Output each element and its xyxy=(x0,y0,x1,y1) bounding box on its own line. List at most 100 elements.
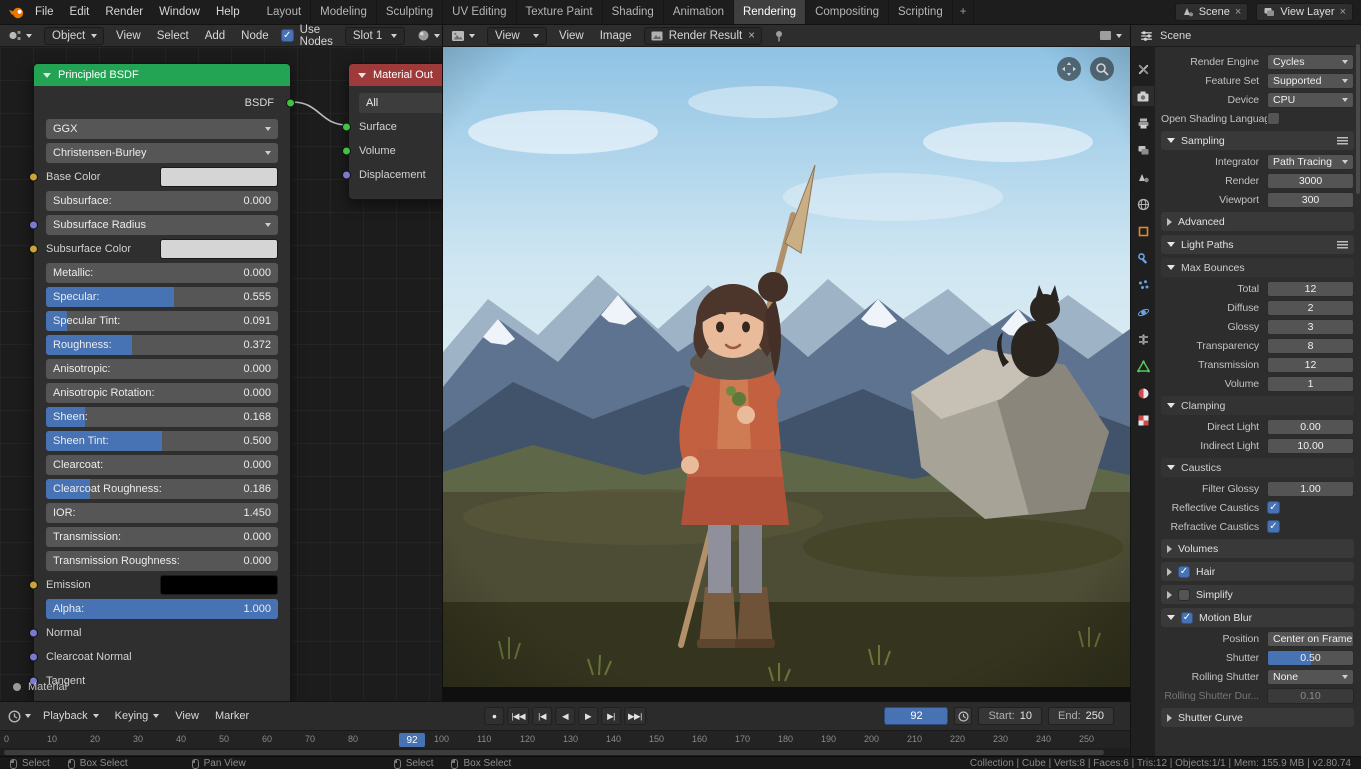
node-row-christensen-burley[interactable]: Christensen-Burley xyxy=(46,143,278,163)
dropdown-device[interactable]: CPU xyxy=(1267,91,1354,108)
shader-socket[interactable] xyxy=(342,122,351,132)
node-row-clearcoat[interactable]: Clearcoat: 0.000 xyxy=(46,455,278,475)
node-row-base-color[interactable]: Base Color xyxy=(29,167,278,187)
dropdown-rolling-shutter[interactable]: None xyxy=(1267,668,1354,685)
timeline-menu-playback[interactable]: Playback xyxy=(43,710,99,722)
panel-light-paths[interactable]: Light Paths xyxy=(1161,235,1354,254)
image-unlink-button[interactable]: × xyxy=(748,30,755,42)
zoom-gizmo[interactable] xyxy=(1090,57,1114,81)
bsdf-output-socket[interactable] xyxy=(286,98,295,108)
number-volume[interactable]: 1 xyxy=(1267,375,1354,392)
tab-render[interactable] xyxy=(1132,86,1154,106)
shader-editor-type-button[interactable] xyxy=(8,29,32,42)
tab-material[interactable] xyxy=(1132,383,1154,403)
collapse-arrow-icon[interactable] xyxy=(358,72,366,78)
tab-modifiers[interactable] xyxy=(1132,248,1154,268)
tab-texture[interactable] xyxy=(1132,410,1154,430)
properties-scrollbar[interactable] xyxy=(1356,44,1360,194)
scrollbar-handle[interactable] xyxy=(4,750,1104,755)
collapse-arrow-icon[interactable] xyxy=(43,72,51,78)
tab-physics[interactable] xyxy=(1132,302,1154,322)
pin-icon[interactable] xyxy=(774,30,784,42)
workspace-tab-rendering[interactable]: Rendering xyxy=(733,0,807,24)
panel-simplify[interactable]: Simplify xyxy=(1161,585,1354,604)
color-socket[interactable] xyxy=(29,580,38,590)
menu-render[interactable]: Render xyxy=(105,6,143,18)
image-editor-type-button[interactable] xyxy=(451,30,475,42)
image-datablock[interactable]: Render Result × xyxy=(643,26,762,45)
timeline-scrollbar[interactable] xyxy=(0,748,1130,756)
tab-output[interactable] xyxy=(1132,113,1154,133)
view-layer-selector[interactable]: View Layer × xyxy=(1256,3,1353,21)
color-swatch[interactable] xyxy=(160,575,278,595)
panel-sampling[interactable]: Sampling xyxy=(1161,131,1354,150)
workspace-tab-uv-editing[interactable]: UV Editing xyxy=(443,0,517,24)
color-socket[interactable] xyxy=(29,172,38,182)
current-frame-badge[interactable]: 92 xyxy=(399,733,425,747)
dropdown-integrator[interactable]: Path Tracing xyxy=(1267,153,1354,170)
node-row-roughness[interactable]: Roughness: 0.372 xyxy=(46,335,278,355)
node-row-emission[interactable]: Emission xyxy=(29,575,278,595)
shading-context-dropdown[interactable]: Object xyxy=(44,26,104,45)
node-row-subsurface-radius[interactable]: Subsurface Radius xyxy=(29,215,278,235)
number-viewport[interactable]: 300 xyxy=(1267,191,1354,208)
transport-button-6[interactable]: ▶▶| xyxy=(624,707,646,725)
tab-object[interactable] xyxy=(1132,221,1154,241)
workspace-tab-scripting[interactable]: Scripting xyxy=(889,0,953,24)
panel-advanced[interactable]: Advanced xyxy=(1161,212,1354,231)
timeline-menu-marker[interactable]: Marker xyxy=(215,710,249,722)
shader-menu-view[interactable]: View xyxy=(116,30,141,42)
menu-window[interactable]: Window xyxy=(159,6,200,18)
render-viewport[interactable] xyxy=(443,47,1130,701)
shader-menu-node[interactable]: Node xyxy=(241,30,269,42)
vector-socket[interactable] xyxy=(29,652,38,662)
number-transparency[interactable]: 8 xyxy=(1267,337,1354,354)
material-output-node-header[interactable]: Material Out xyxy=(349,64,442,86)
slider-shutter[interactable]: 0.50 xyxy=(1267,649,1354,666)
tab-world[interactable] xyxy=(1132,194,1154,214)
node-row-transmission-roughness[interactable]: Transmission Roughness: 0.000 xyxy=(46,551,278,571)
node-row-clearcoat-roughness[interactable]: Clearcoat Roughness: 0.186 xyxy=(46,479,278,499)
tab-view-layer[interactable] xyxy=(1132,140,1154,160)
transport-button-5[interactable]: ▶| xyxy=(601,707,621,725)
node-row-sheen[interactable]: Sheen: 0.168 xyxy=(46,407,278,427)
number-filter-glossy[interactable]: 1.00 xyxy=(1267,480,1354,497)
use-nodes-checkbox[interactable]: ✓ xyxy=(280,29,294,42)
tab-scene[interactable] xyxy=(1132,167,1154,187)
node-row-subsurface[interactable]: Subsurface: 0.000 xyxy=(46,191,278,211)
panel-caustics[interactable]: Caustics xyxy=(1161,458,1354,477)
checkbox-motion-blur[interactable]: ✓ xyxy=(1181,611,1193,624)
menu-edit[interactable]: Edit xyxy=(70,6,90,18)
scene-unlink-button[interactable]: × xyxy=(1235,6,1241,18)
panel-shutter-curve[interactable]: Shutter Curve xyxy=(1161,708,1354,727)
dropdown-position[interactable]: Center on Frame xyxy=(1267,630,1354,647)
checkbox-simplify[interactable] xyxy=(1178,588,1190,601)
panel-max-bounces[interactable]: Max Bounces xyxy=(1161,258,1354,277)
transport-button-0[interactable]: ● xyxy=(484,707,505,725)
node-row-sheen-tint[interactable]: Sheen Tint: 0.500 xyxy=(46,431,278,451)
image-menu-image[interactable]: Image xyxy=(600,30,632,42)
node-row-anisotropic-rotation[interactable]: Anisotropic Rotation: 0.000 xyxy=(46,383,278,403)
material-slot-dropdown[interactable]: Slot 1 xyxy=(344,26,405,45)
frame-end-field[interactable]: End: 250 xyxy=(1048,707,1114,725)
color-swatch[interactable] xyxy=(160,167,278,187)
node-row-transmission[interactable]: Transmission: 0.000 xyxy=(46,527,278,547)
material-preview-button[interactable] xyxy=(417,29,440,42)
node-row-metallic[interactable]: Metallic: 0.000 xyxy=(46,263,278,283)
number-transmission[interactable]: 12 xyxy=(1267,356,1354,373)
preview-range-clock-button[interactable] xyxy=(954,707,973,725)
workspace-tab-animation[interactable]: Animation xyxy=(664,0,734,24)
node-row-ior[interactable]: IOR: 1.450 xyxy=(46,503,278,523)
view-layer-unlink-button[interactable]: × xyxy=(1340,6,1346,18)
color-swatch[interactable] xyxy=(160,239,278,259)
number-total[interactable]: 12 xyxy=(1267,280,1354,297)
checkbox-refractive-caustics[interactable]: ✓ xyxy=(1267,520,1280,533)
workspace-tab-sculpting[interactable]: Sculpting xyxy=(377,0,444,24)
timeline-editor-type-button[interactable] xyxy=(8,709,31,723)
menu-file[interactable]: File xyxy=(35,6,54,18)
number-render[interactable]: 3000 xyxy=(1267,172,1354,189)
menu-help[interactable]: Help xyxy=(216,6,240,18)
pan-view-gizmo[interactable] xyxy=(1057,57,1081,81)
scene-selector[interactable]: Scene × xyxy=(1174,3,1249,21)
render-slot-button[interactable] xyxy=(1099,30,1122,41)
